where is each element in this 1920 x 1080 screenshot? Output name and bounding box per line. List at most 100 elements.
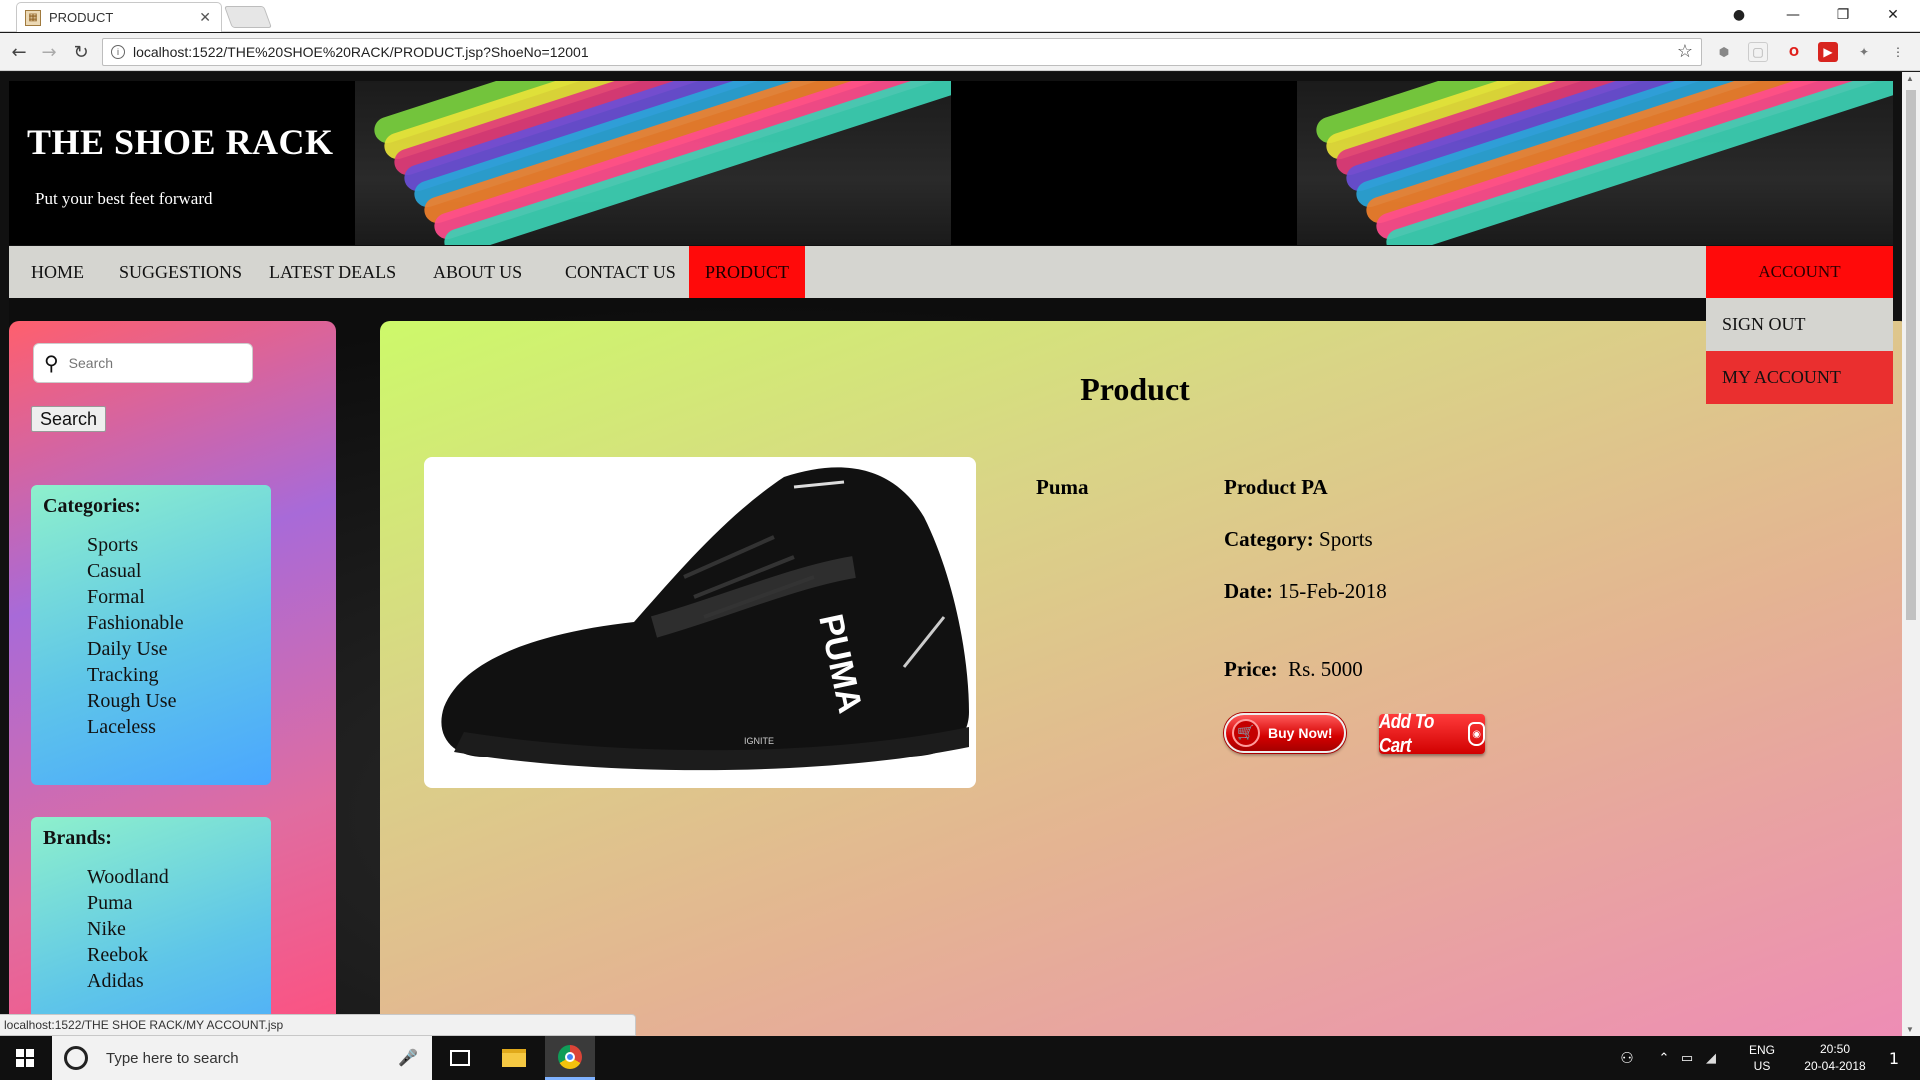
shoe-illustration: PUMA IGNITE: [441, 467, 970, 771]
category-link[interactable]: Daily Use: [87, 636, 271, 662]
banner-shoes-image: [1297, 81, 1893, 245]
vertical-scrollbar[interactable]: ▲ ▼: [1902, 72, 1920, 1036]
extension-page-icon[interactable]: ▢: [1748, 42, 1768, 62]
scrollbar-thumb[interactable]: [1906, 90, 1916, 620]
price-label: Price:: [1224, 657, 1278, 681]
address-toolbar: ← → ↻ i localhost:1522/THE%20SHOE%20RACK…: [0, 33, 1920, 71]
favicon-icon: ▦: [25, 9, 41, 26]
nav-about-us[interactable]: ABOUT US: [417, 246, 538, 298]
notification-count: 1: [1888, 1048, 1900, 1068]
sidebar: ⚲ Search Categories: Sports Casual Forma…: [9, 321, 336, 1036]
bookmark-star-icon[interactable]: ☆: [1677, 41, 1693, 62]
extension-shield-icon[interactable]: ⬢: [1714, 42, 1734, 62]
brand-link[interactable]: Reebok: [87, 942, 271, 968]
cart-icon: 🛒: [1232, 719, 1260, 747]
brand-link[interactable]: Adidas: [87, 968, 271, 994]
language-primary: ENG: [1748, 1043, 1775, 1057]
buy-now-label: Buy Now!: [1268, 725, 1333, 741]
chrome-icon: [558, 1044, 582, 1069]
clock[interactable]: 20:50 20-04-2018: [1792, 1036, 1878, 1080]
folder-icon: [502, 1049, 526, 1067]
taskbar-search[interactable]: Type here to search 🎤: [52, 1036, 432, 1080]
product-image: PUMA IGNITE: [424, 457, 976, 788]
windows-taskbar: Type here to search 🎤 ⚇ ⌃ ▭ ◢ ENG US 20:…: [0, 1036, 1920, 1080]
category-link[interactable]: Fashionable: [87, 610, 271, 636]
link-status-bubble: localhost:1522/THE SHOE RACK/MY ACCOUNT.…: [0, 1014, 636, 1036]
categories-list: Sports Casual Formal Fashionable Daily U…: [43, 532, 271, 740]
search-icon: ⚲: [44, 351, 59, 375]
start-button[interactable]: [0, 1036, 50, 1080]
brands-card: Brands: Woodland Puma Nike Reebok Adidas: [31, 817, 271, 1036]
buy-now-button[interactable]: 🛒 Buy Now!: [1224, 713, 1346, 753]
search-input[interactable]: [68, 355, 229, 371]
kebab-menu-icon[interactable]: ⋮: [1888, 42, 1908, 62]
add-to-cart-button[interactable]: Add To Cart ◉: [1379, 710, 1485, 757]
category-link[interactable]: Sports: [87, 532, 271, 558]
category-link[interactable]: Rough Use: [87, 688, 271, 714]
language-indicator[interactable]: ENG US: [1740, 1036, 1784, 1080]
chevron-up-icon[interactable]: ⌃: [1652, 1036, 1676, 1080]
task-view-icon: [450, 1050, 470, 1066]
notification-center-icon[interactable]: 1: [1872, 1036, 1916, 1080]
task-view-button[interactable]: [436, 1036, 484, 1080]
reload-button[interactable]: ↻: [68, 39, 94, 65]
forward-button[interactable]: →: [36, 39, 62, 65]
category-label: Category:: [1224, 527, 1314, 551]
url-text: localhost:1522/THE%20SHOE%20RACK/PRODUCT…: [133, 44, 589, 60]
product-name: Product PA: [1224, 475, 1328, 499]
nav-product[interactable]: PRODUCT: [689, 246, 806, 298]
scroll-down-icon[interactable]: ▼: [1906, 1025, 1914, 1034]
brand-link[interactable]: Woodland: [87, 864, 271, 890]
site-tagline: Put your best feet forward: [35, 189, 213, 208]
price-value: Rs. 5000: [1288, 657, 1363, 681]
search-field[interactable]: ⚲: [33, 343, 253, 383]
shopping-bag-icon: ◉: [1468, 722, 1485, 746]
sign-out-link[interactable]: SIGN OUT: [1706, 298, 1893, 351]
date-value: 15-Feb-2018: [1278, 579, 1387, 603]
nav-contact-us[interactable]: CONTACT US: [549, 246, 692, 298]
restore-button[interactable]: ❐: [1820, 0, 1866, 30]
category-value: Sports: [1319, 527, 1373, 551]
new-tab-button[interactable]: [223, 6, 273, 28]
search-button[interactable]: Search: [31, 406, 107, 432]
nav-suggestions[interactable]: SUGGESTIONS: [103, 246, 258, 298]
battery-icon[interactable]: ▭: [1676, 1036, 1698, 1080]
category-link[interactable]: Formal: [87, 584, 271, 610]
extension-play-icon[interactable]: ▶: [1818, 42, 1838, 62]
cortana-icon: [64, 1046, 88, 1070]
my-account-link[interactable]: MY ACCOUNT: [1706, 351, 1893, 404]
info-icon[interactable]: i: [111, 45, 125, 59]
site-banner: THE SHOE RACK Put your best feet forward: [9, 81, 1893, 245]
close-window-button[interactable]: ✕: [1870, 0, 1916, 30]
category-link[interactable]: Casual: [87, 558, 271, 584]
file-explorer-button[interactable]: [490, 1036, 538, 1080]
tab-title: PRODUCT: [49, 10, 114, 25]
categories-card: Categories: Sports Casual Formal Fashion…: [31, 485, 271, 785]
people-icon[interactable]: ⚇: [1612, 1036, 1642, 1080]
site-title: THE SHOE RACK: [27, 122, 334, 162]
tab-close-icon[interactable]: ✕: [199, 9, 211, 26]
microphone-icon[interactable]: 🎤: [398, 1048, 418, 1067]
scroll-up-icon[interactable]: ▲: [1906, 74, 1914, 83]
category-link[interactable]: Laceless: [87, 714, 271, 740]
brand-link[interactable]: Nike: [87, 916, 271, 942]
brand-link[interactable]: Puma: [87, 890, 271, 916]
browser-tab[interactable]: ▦ PRODUCT ✕: [16, 2, 222, 32]
extension-puzzle-icon[interactable]: ✦: [1854, 42, 1874, 62]
language-secondary: US: [1753, 1059, 1771, 1073]
nav-home[interactable]: HOME: [15, 246, 100, 298]
network-icon[interactable]: ◢: [1700, 1036, 1722, 1080]
brands-list: Woodland Puma Nike Reebok Adidas: [43, 864, 271, 994]
nav-latest-deals[interactable]: LATEST DEALS: [253, 246, 412, 298]
product-brand: Puma: [1036, 475, 1089, 499]
chrome-taskbar-button[interactable]: [545, 1036, 595, 1080]
account-dropdown: ACCOUNT SIGN OUT MY ACCOUNT: [1706, 246, 1893, 404]
opera-icon[interactable]: O: [1784, 42, 1804, 62]
profile-icon[interactable]: ●: [1716, 0, 1762, 30]
minimize-button[interactable]: —: [1770, 0, 1816, 30]
account-button[interactable]: ACCOUNT: [1706, 246, 1893, 298]
banner-shoes-image: [355, 81, 951, 245]
back-button[interactable]: ←: [6, 39, 32, 65]
address-bar[interactable]: i localhost:1522/THE%20SHOE%20RACK/PRODU…: [102, 38, 1702, 66]
category-link[interactable]: Tracking: [87, 662, 271, 688]
